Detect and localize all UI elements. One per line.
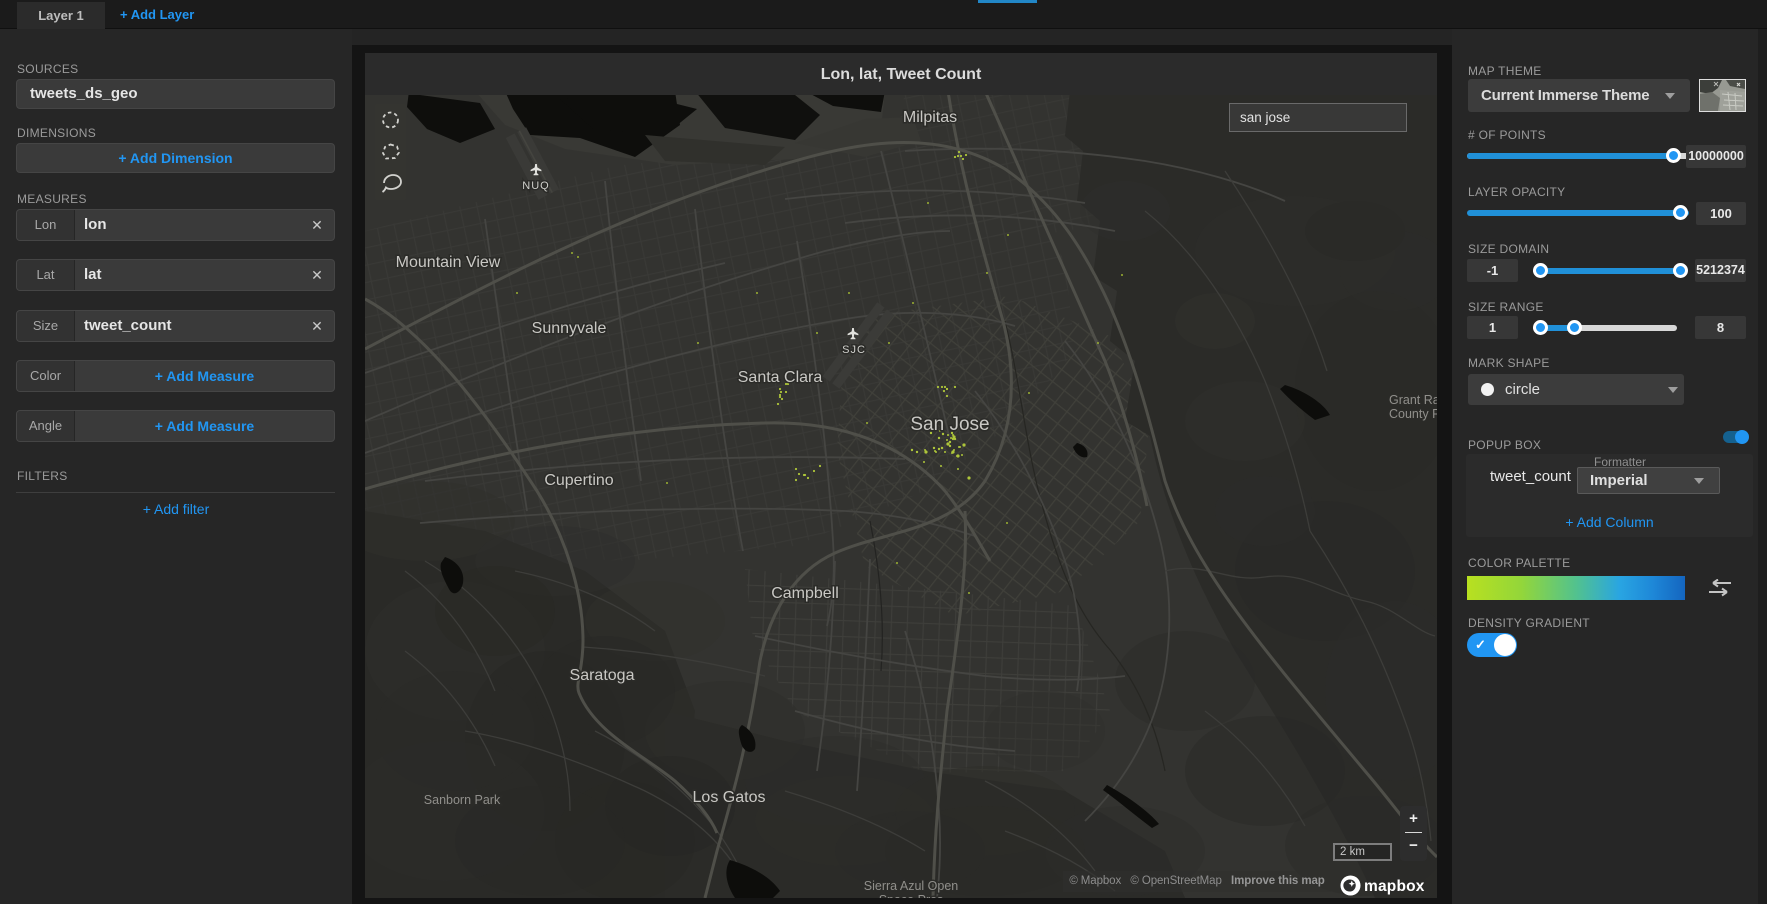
svg-text:Grant Ranc: Grant Ranc xyxy=(1389,393,1437,407)
svg-text:Sierra Azul Open: Sierra Azul Open xyxy=(864,879,959,893)
svg-text:Santa Clara: Santa Clara xyxy=(738,369,823,386)
svg-text:San Jose: San Jose xyxy=(910,414,989,435)
svg-text:mapbox: mapbox xyxy=(1364,878,1425,895)
svg-text:Saratoga: Saratoga xyxy=(570,667,635,684)
svg-text:Los Gatos: Los Gatos xyxy=(693,789,766,806)
svg-text:NUQ: NUQ xyxy=(522,180,549,192)
svg-text:Sunnyvale: Sunnyvale xyxy=(532,320,607,337)
svg-text:County Par: County Par xyxy=(1389,407,1437,421)
svg-text:Sanborn Park: Sanborn Park xyxy=(424,793,501,807)
svg-text:Campbell: Campbell xyxy=(771,585,839,602)
svg-text:Mountain View: Mountain View xyxy=(396,254,501,271)
svg-text:SJC: SJC xyxy=(842,344,866,356)
svg-text:Cupertino: Cupertino xyxy=(544,472,613,489)
svg-text:Space Pres: Space Pres xyxy=(879,893,944,898)
svg-text:Milpitas: Milpitas xyxy=(903,109,957,126)
